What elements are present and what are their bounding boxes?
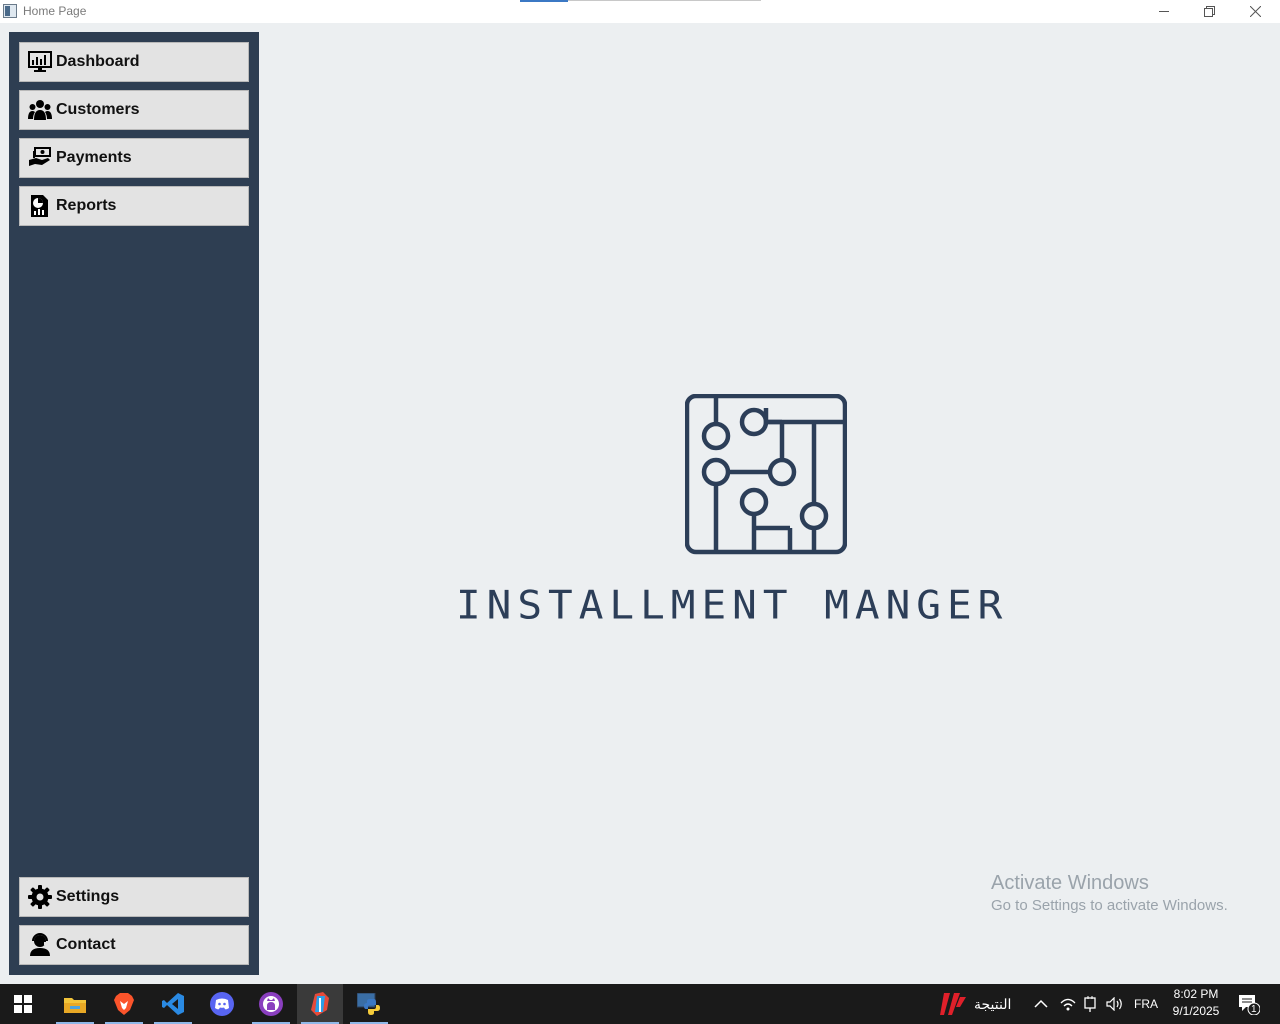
- taskbar-vscode[interactable]: [150, 984, 196, 1024]
- vscode-icon: [162, 993, 184, 1015]
- reports-button[interactable]: Reports: [19, 186, 249, 226]
- github-desktop-icon: [259, 992, 283, 1016]
- app-icon: [3, 4, 17, 18]
- dashboard-label: Dashboard: [56, 53, 140, 70]
- python-icon: [357, 993, 380, 1015]
- notification-count: 1: [1251, 1004, 1257, 1015]
- taskbar: النتيجة FRA 8:02 PM 9/1/2025 1: [0, 984, 1280, 1024]
- discord-icon: [210, 992, 234, 1016]
- taskbar-file-explorer[interactable]: [52, 984, 98, 1024]
- volume-button[interactable]: [1106, 984, 1124, 1024]
- power-button[interactable]: [1083, 984, 1097, 1024]
- network-button[interactable]: [1060, 984, 1076, 1024]
- speaker-icon: [1106, 997, 1122, 1011]
- taskbar-python[interactable]: [346, 984, 392, 1024]
- window-title: Home Page: [23, 4, 87, 18]
- notifications-button[interactable]: 1: [1238, 984, 1260, 1024]
- settings-label: Settings: [56, 888, 120, 905]
- taskbar-pycharm[interactable]: [297, 984, 343, 1024]
- restore-icon: [1203, 5, 1215, 17]
- minimize-icon: [1159, 11, 1169, 12]
- close-icon: [1249, 5, 1261, 17]
- pycharm-icon: [311, 992, 329, 1016]
- customers-label: Customers: [56, 101, 140, 118]
- file-explorer-icon: [64, 998, 86, 1013]
- taskbar-github-desktop[interactable]: [248, 984, 294, 1024]
- customers-button[interactable]: Customers: [19, 90, 249, 130]
- battery-plug-icon: [1084, 996, 1096, 1012]
- payments-button[interactable]: Payments: [19, 138, 249, 178]
- close-button[interactable]: [1232, 0, 1278, 22]
- dashboard-monitor-icon: [28, 50, 52, 74]
- windows-start-icon: [14, 995, 32, 1013]
- main-window: Dashboard Customers Payments Reports Set…: [0, 23, 1280, 984]
- settings-button[interactable]: Settings: [19, 877, 249, 917]
- payments-hand-money-icon: [28, 146, 52, 170]
- clock-time: 8:02 PM: [1173, 987, 1219, 1001]
- news-label: النتيجة: [974, 995, 1012, 1012]
- show-hidden-icons-button[interactable]: [1034, 984, 1048, 1024]
- payments-label: Payments: [56, 149, 132, 166]
- contact-label: Contact: [56, 936, 116, 953]
- taskbar-brave[interactable]: [101, 984, 147, 1024]
- dashboard-button[interactable]: Dashboard: [19, 42, 249, 82]
- restore-button[interactable]: [1186, 0, 1232, 22]
- title-divider-line: [568, 0, 761, 1]
- wifi-icon: [1060, 998, 1076, 1011]
- taskbar-discord[interactable]: [199, 984, 245, 1024]
- reports-chart-icon: [28, 194, 52, 218]
- contact-button[interactable]: Contact: [19, 925, 249, 965]
- activate-windows-subtitle: Go to Settings to activate Windows.: [991, 897, 1228, 914]
- reports-label: Reports: [56, 197, 117, 214]
- title-bar: Home Page: [0, 0, 1280, 23]
- minimize-button[interactable]: [1141, 0, 1187, 22]
- gear-icon: [28, 885, 52, 909]
- sidebar: Dashboard Customers Payments Reports Set…: [9, 32, 259, 975]
- activate-windows-title: Activate Windows: [991, 872, 1149, 894]
- clock-date: 9/1/2025: [1172, 1004, 1220, 1018]
- news-widget[interactable]: النتيجة: [940, 984, 1011, 1024]
- chevron-up-icon: [1034, 999, 1048, 1008]
- customers-group-icon: [28, 98, 52, 122]
- language-indicator[interactable]: FRA: [1134, 984, 1158, 1024]
- start-button[interactable]: [0, 984, 46, 1024]
- brave-browser-icon: [114, 993, 134, 1015]
- installment-manager-logo-icon: [685, 394, 847, 555]
- contact-headset-icon: [28, 933, 52, 957]
- news-logo-icon: [940, 993, 966, 1015]
- logo-text: INSTALLMENT MANGER: [456, 582, 1009, 628]
- clock[interactable]: 8:02 PM 9/1/2025: [1160, 986, 1232, 1020]
- title-accent-line: [520, 0, 568, 2]
